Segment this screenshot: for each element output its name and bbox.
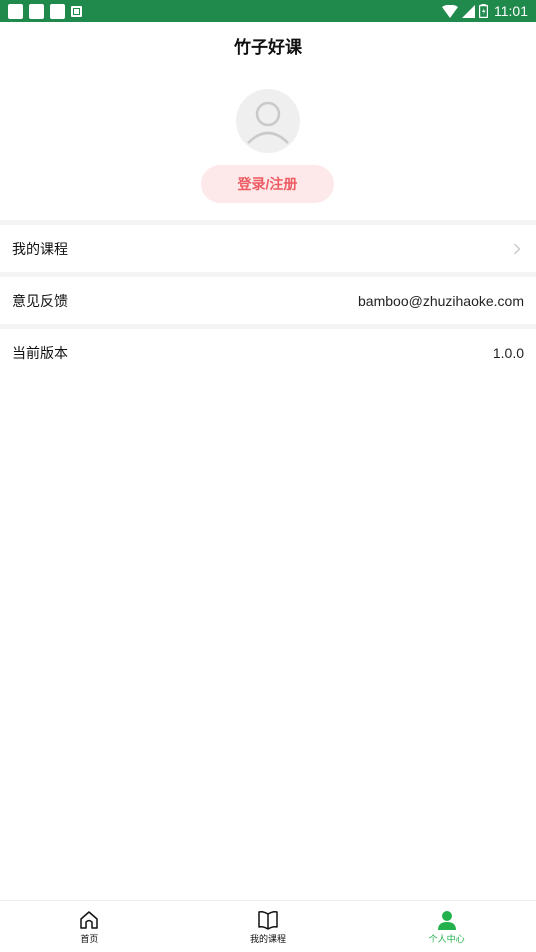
battery-icon — [479, 4, 488, 18]
page-title: 竹子好课 — [234, 37, 302, 58]
nav-label-my-courses: 我的课程 — [250, 935, 287, 945]
feedback-label: 意见反馈 — [12, 293, 68, 310]
user-placeholder-icon — [247, 101, 289, 144]
home-icon — [78, 909, 100, 931]
book-icon — [257, 909, 279, 931]
notification-icon — [71, 5, 82, 17]
version-value: 1.0.0 — [492, 344, 524, 361]
signal-icon — [462, 4, 475, 18]
notification-icon — [8, 3, 23, 19]
person-icon — [436, 909, 458, 931]
notification-icons — [8, 3, 82, 19]
title-bar: 竹子好课 — [0, 22, 536, 68]
system-icons: 11:01 — [442, 3, 528, 19]
notification-icon — [29, 3, 44, 19]
version-row: 当前版本 1.0.0 — [0, 329, 536, 376]
feedback-row[interactable]: 意见反馈 bamboo@zhuzihaoke.com — [0, 277, 536, 324]
bottom-navigation: 首页 我的课程 个人中心 — [0, 900, 536, 952]
my-courses-label: 我的课程 — [12, 241, 68, 258]
profile-section: 登录/注册 — [0, 68, 536, 220]
status-bar: 11:01 — [0, 0, 536, 22]
clock: 11:01 — [494, 3, 528, 19]
nav-label-profile: 个人中心 — [428, 935, 465, 945]
chevron-right-icon — [510, 242, 524, 256]
nav-item-home[interactable]: 首页 — [0, 901, 179, 952]
wifi-icon — [442, 4, 458, 18]
feedback-email: bamboo@zhuzihaoke.com — [358, 292, 524, 309]
nav-item-my-courses[interactable]: 我的课程 — [179, 901, 358, 952]
my-courses-row[interactable]: 我的课程 — [0, 225, 536, 272]
version-label: 当前版本 — [12, 345, 68, 362]
nav-label-home: 首页 — [80, 935, 99, 945]
notification-icon — [50, 3, 65, 19]
avatar[interactable] — [236, 89, 300, 153]
nav-item-profile[interactable]: 个人中心 — [357, 901, 536, 952]
login-register-button[interactable]: 登录/注册 — [201, 165, 334, 203]
